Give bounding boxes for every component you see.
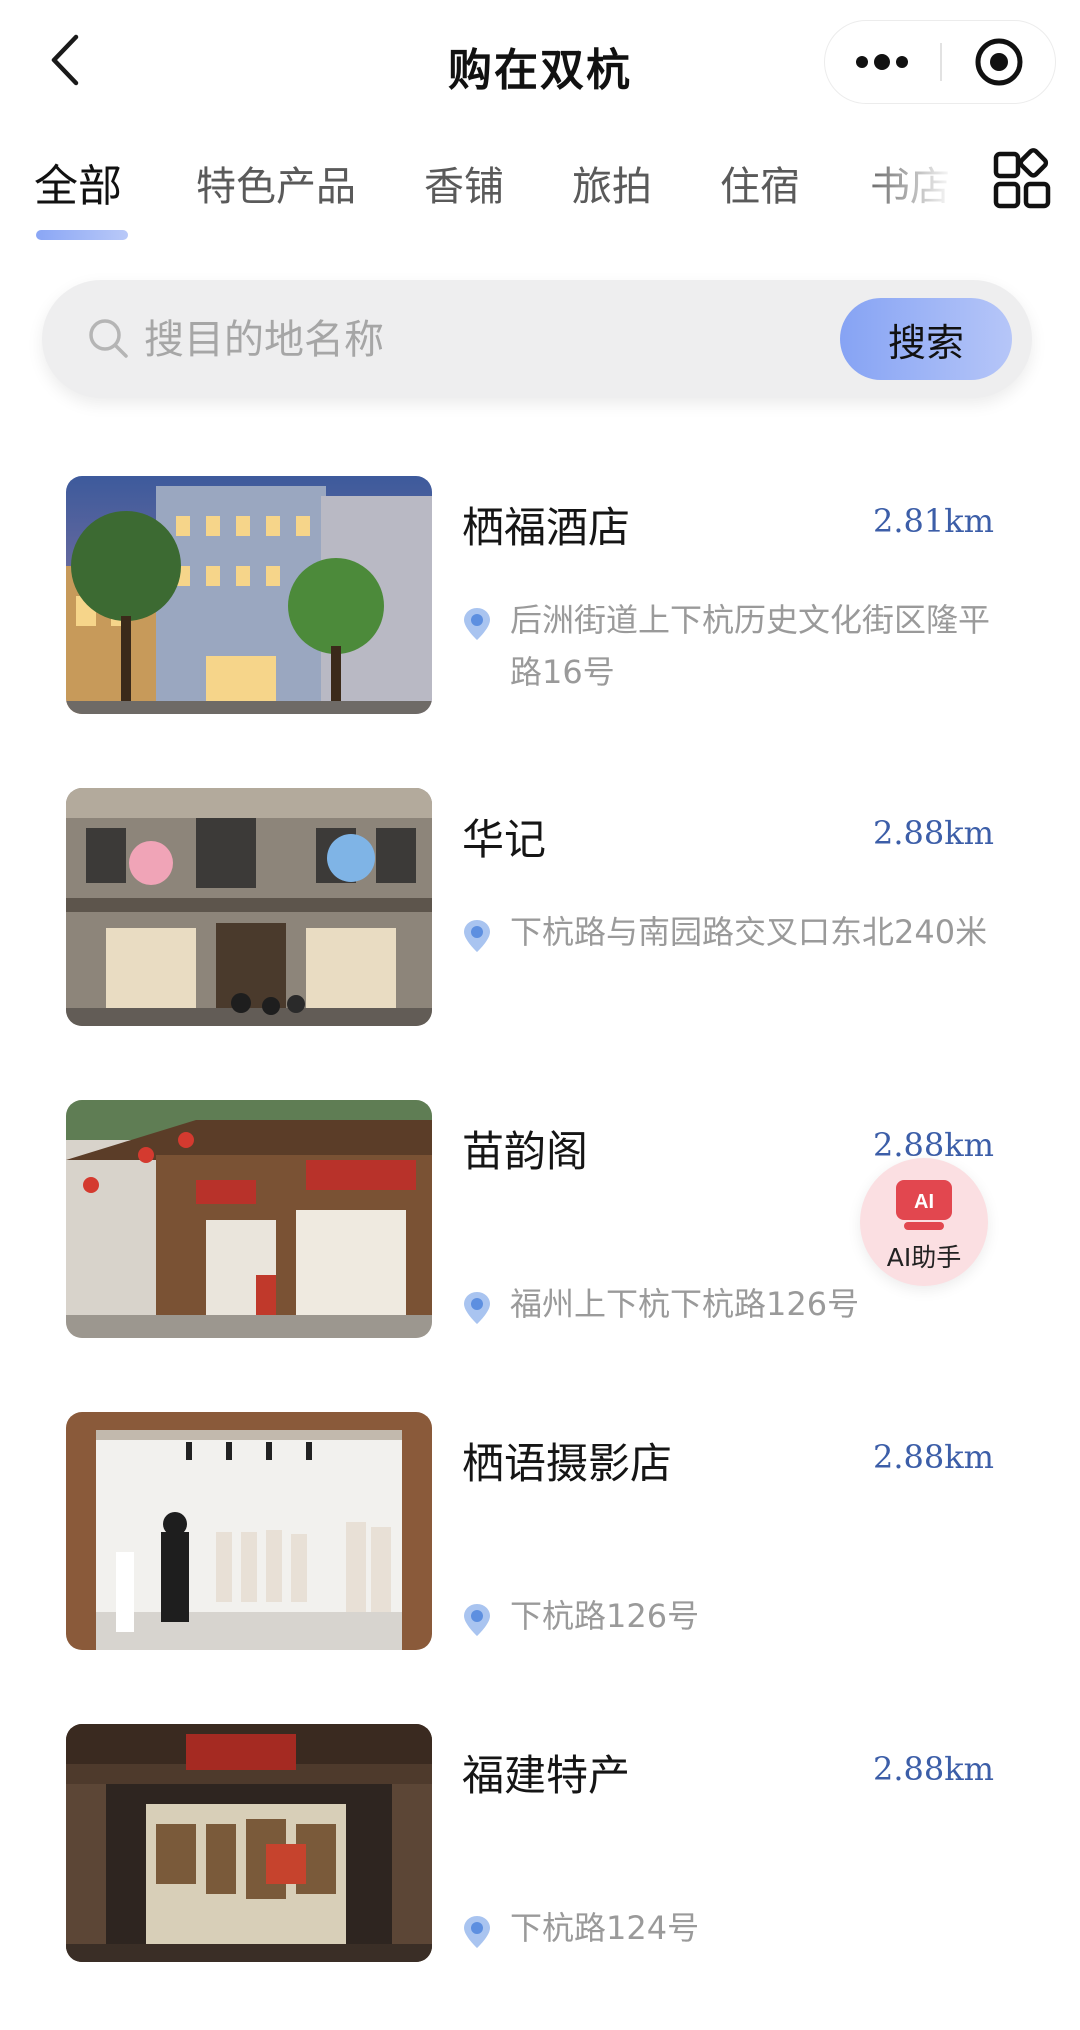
active-tab-indicator [36,230,128,240]
ai-assistant-icon: AI [896,1180,952,1230]
tab-scroll-fade [860,140,970,230]
place-distance: 2.81km [873,502,994,540]
more-button[interactable] [825,21,939,103]
list-item[interactable]: 栖语摄影店 2.88km 下杭路126号 [0,1412,1080,1652]
tab-travel-photography[interactable]: 旅拍 [572,154,652,212]
more-dots-icon [856,54,908,70]
close-button[interactable] [943,21,1055,103]
place-name: 栖语摄影店 [462,1439,673,1488]
place-distance: 2.88km [873,814,994,852]
place-address: 下杭路126号 [510,1597,700,1635]
tab-accommodation[interactable]: 住宿 [720,154,800,212]
location-pin-icon [464,1292,490,1324]
tab-incense-shops[interactable]: 香铺 [424,154,504,212]
tab-specialty-products[interactable]: 特色产品 [196,154,356,212]
place-photo [66,1412,432,1650]
page-title: 购在双杭 [448,45,632,96]
capsule-divider [940,43,942,81]
search-button[interactable]: 搜索 [840,298,1012,380]
list-item[interactable]: 华记 2.88km 下杭路与南园路交叉口东北240米 [0,788,1080,1028]
place-photo [66,788,432,1026]
place-distance: 2.88km [873,1438,994,1476]
place-photo [66,1100,432,1338]
place-address: 下杭路与南园路交叉口东北240米 [510,913,988,951]
location-pin-icon [464,1916,490,1948]
place-name: 栖福酒店 [462,503,631,552]
search-icon [89,319,128,358]
place-address: 下杭路124号 [510,1909,700,1947]
place-name: 福建特产 [462,1751,631,1800]
location-pin-icon [464,920,490,952]
list-item[interactable]: 栖福酒店 2.81km 后洲街道上下杭历史文化街区隆平路16号 [0,476,1080,716]
location-pin-icon [464,1604,490,1636]
all-categories-button[interactable] [990,148,1054,212]
back-arrow-icon [51,34,79,86]
place-distance: 2.88km [873,1750,994,1788]
ai-assistant-button[interactable]: AI AI助手 [860,1158,988,1286]
grid-menu-icon [993,148,1051,209]
place-photo [66,476,432,714]
mini-program-capsule [824,20,1056,104]
search-input[interactable] [142,304,846,376]
ai-icon-text: AI [914,1191,934,1213]
list-item[interactable]: 福建特产 2.88km 下杭路124号 [0,1724,1080,1964]
location-pin-icon [464,608,490,640]
place-name: 苗韵阁 [462,1127,589,1176]
close-target-icon [975,38,1023,86]
ai-assistant-label: AI助手 [886,1243,962,1272]
category-tabs: 全部 特色产品 香铺 旅拍 住宿 书店 [0,140,1080,250]
back-button[interactable] [40,30,88,90]
tab-all[interactable]: 全部 [34,150,122,214]
place-photo [66,1724,432,1962]
navigation-bar: 购在双杭 [0,0,1080,128]
place-name: 华记 [462,815,547,864]
search-bar: 搜索 [42,280,1032,398]
place-address: 后洲街道上下杭历史文化街区隆平路16号 [510,601,991,691]
